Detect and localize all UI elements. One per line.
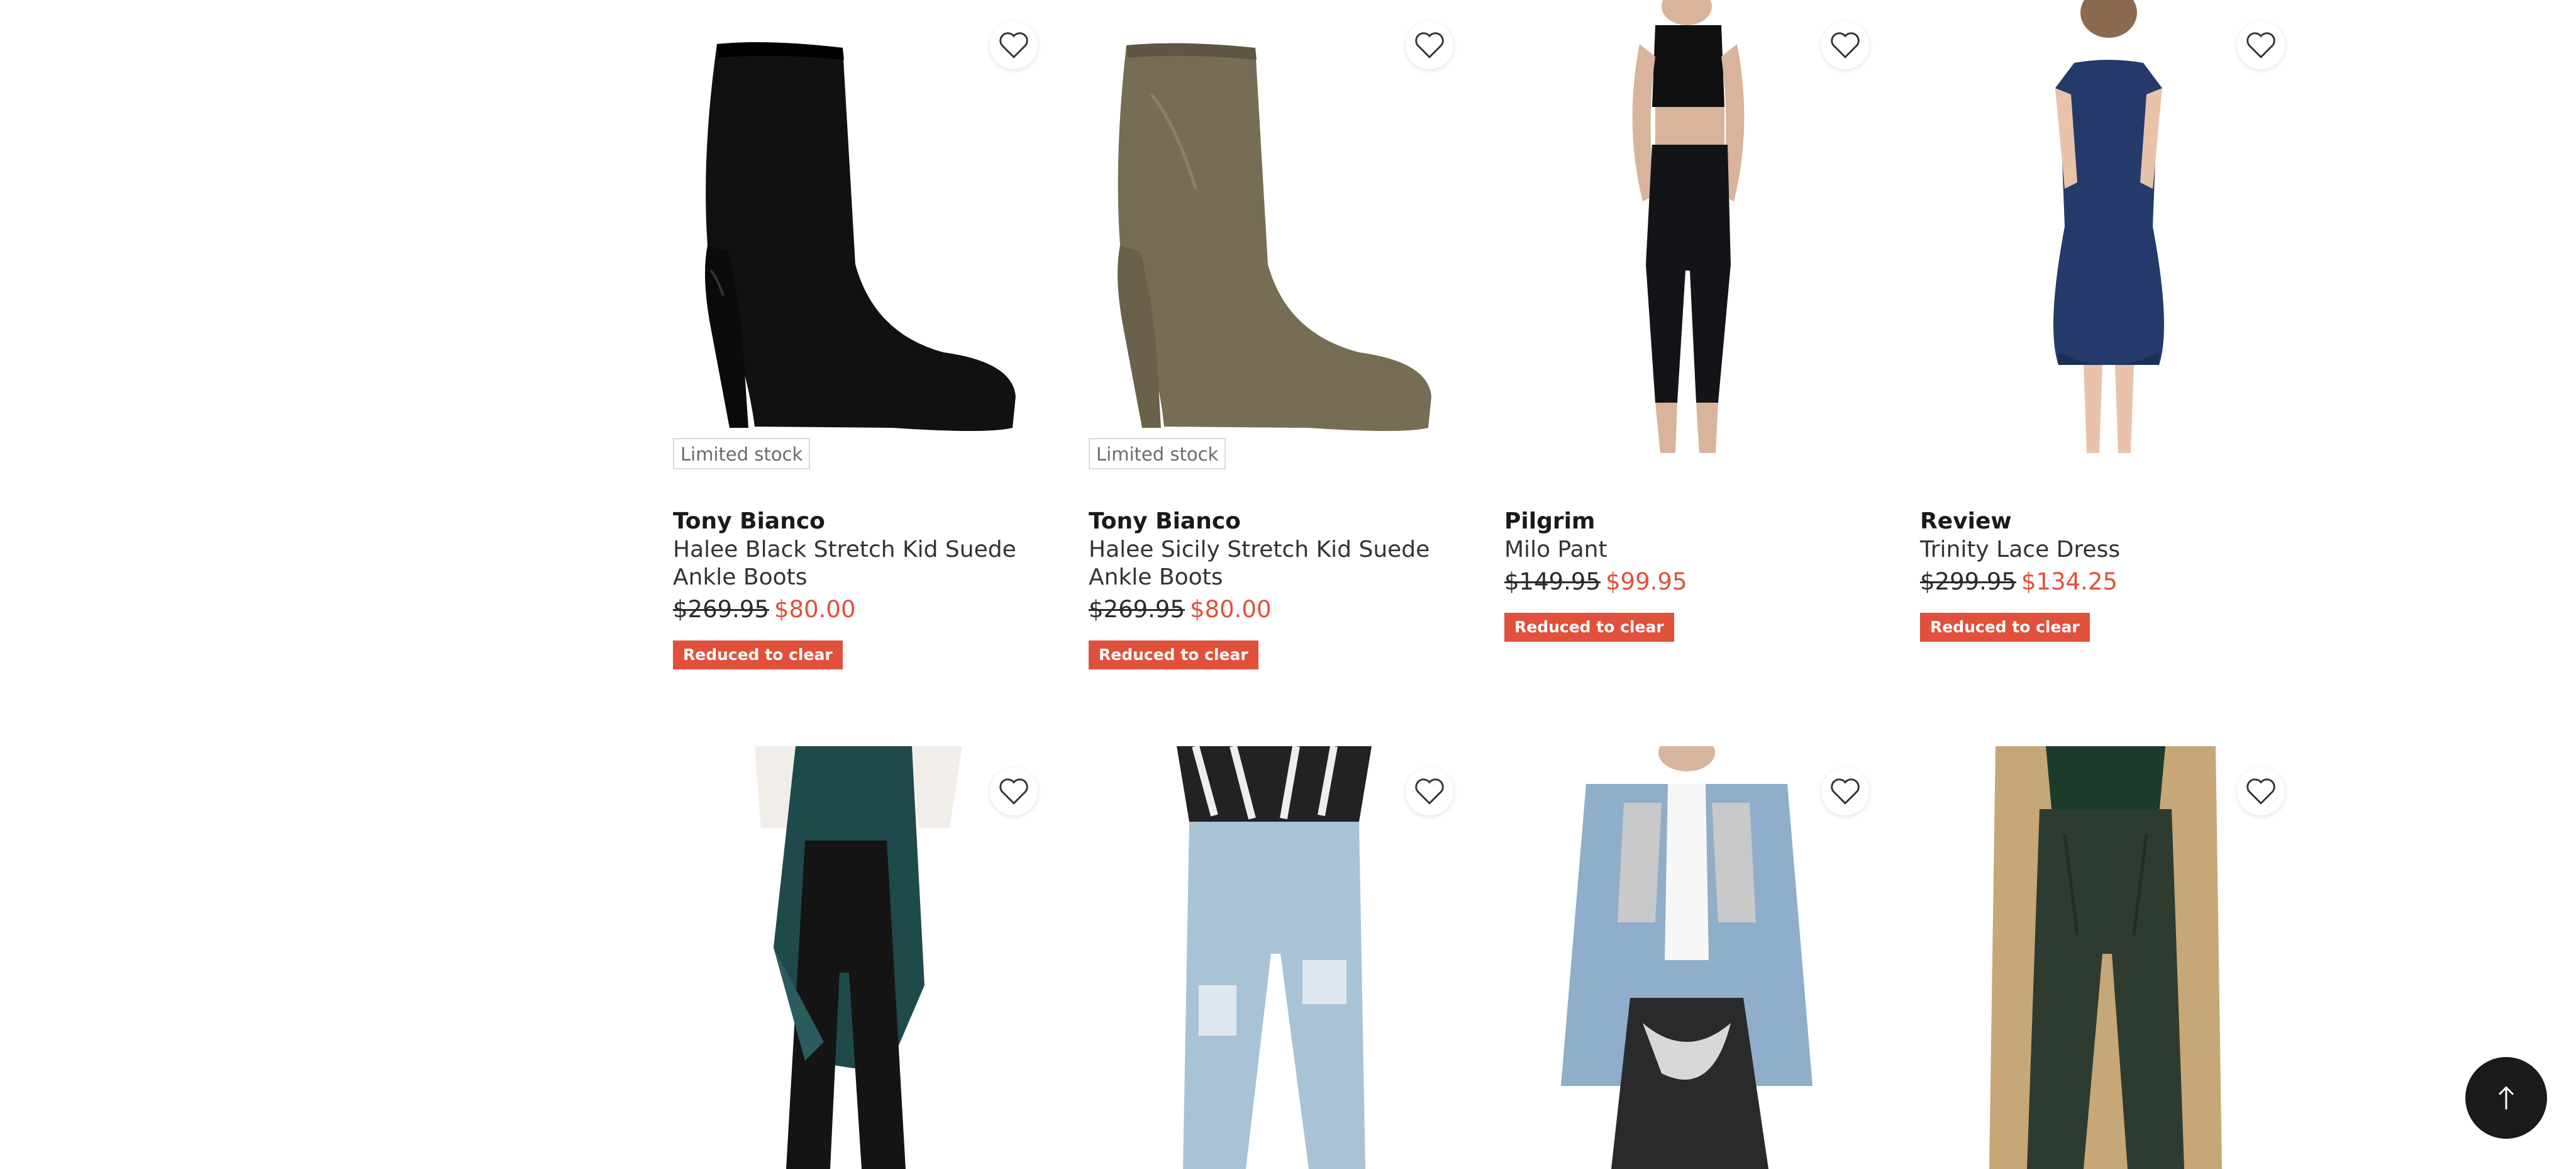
wishlist-heart-icon[interactable]	[2237, 21, 2285, 69]
product-brand[interactable]: Review	[1920, 507, 2291, 536]
product-image[interactable]	[673, 746, 1044, 1169]
wishlist-heart-icon[interactable]	[2237, 768, 2285, 815]
reduced-to-clear-badge: Reduced to clear	[1089, 640, 1258, 669]
wishlist-heart-icon[interactable]	[990, 21, 1038, 69]
product-image[interactable]	[1504, 746, 1875, 1169]
product-name[interactable]: Halee Black Stretch Kid Suede Ankle Boot…	[673, 536, 1044, 591]
reduced-to-clear-badge: Reduced to clear	[1504, 613, 1674, 642]
product-prices: $149.95 $99.95	[1504, 566, 1875, 598]
product-name[interactable]: Halee Sicily Stretch Kid Suede Ankle Boo…	[1089, 536, 1460, 591]
reduced-to-clear-badge: Reduced to clear	[1920, 613, 2090, 642]
wishlist-heart-icon[interactable]	[990, 768, 1038, 815]
product-image[interactable]	[1089, 0, 1460, 478]
product-brand[interactable]: Tony Bianco	[1089, 507, 1460, 536]
product-image[interactable]	[1920, 0, 2291, 478]
product-prices: $269.95 $80.00	[673, 594, 1044, 625]
original-price: $149.95	[1504, 568, 1601, 595]
wishlist-heart-icon[interactable]	[1406, 768, 1453, 815]
wishlist-heart-icon[interactable]	[1821, 21, 1869, 69]
product-name[interactable]: Milo Pant	[1504, 536, 1875, 564]
product-image[interactable]	[1089, 746, 1460, 1169]
sale-price: $80.00	[774, 596, 856, 623]
product-brand[interactable]: Pilgrim	[1504, 507, 1875, 536]
product-name[interactable]: Trinity Lace Dress	[1920, 536, 2291, 564]
product-image[interactable]	[673, 0, 1044, 478]
original-price: $299.95	[1920, 568, 2017, 595]
original-price: $269.95	[673, 596, 770, 623]
limited-stock-badge: Limited stock	[673, 438, 811, 469]
back-to-top-button[interactable]	[2465, 1057, 2547, 1139]
product-brand[interactable]: Tony Bianco	[673, 507, 1044, 536]
sale-price: $80.00	[1190, 596, 1272, 623]
wishlist-heart-icon[interactable]	[1821, 768, 1869, 815]
product-image[interactable]	[1504, 0, 1875, 478]
product-prices: $299.95 $134.25	[1920, 566, 2291, 598]
sale-price: $99.95	[1606, 568, 1687, 595]
sale-price: $134.25	[2021, 568, 2118, 595]
original-price: $269.95	[1089, 596, 1185, 623]
reduced-to-clear-badge: Reduced to clear	[673, 640, 843, 669]
product-image[interactable]	[1920, 746, 2291, 1169]
wishlist-heart-icon[interactable]	[1406, 21, 1453, 69]
arrow-up-icon	[2498, 1086, 2514, 1110]
limited-stock-badge: Limited stock	[1089, 438, 1226, 469]
product-prices: $269.95 $80.00	[1089, 594, 1460, 625]
